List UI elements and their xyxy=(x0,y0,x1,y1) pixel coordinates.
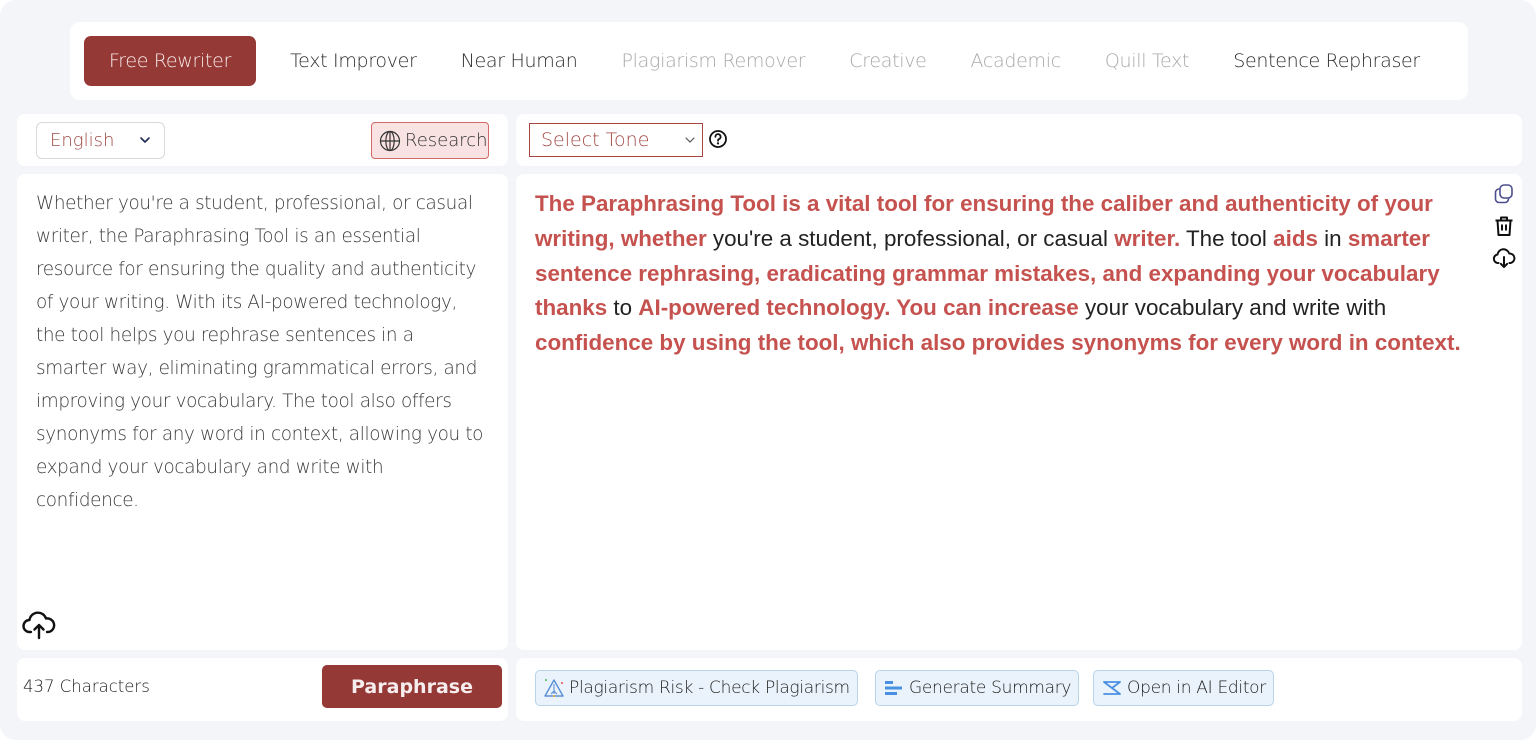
input-textarea[interactable]: Whether you're a student, professional, … xyxy=(36,187,486,517)
research-button[interactable]: Research xyxy=(371,122,489,159)
input-toolbar: English Research xyxy=(17,114,508,166)
warning-triangle-icon xyxy=(544,678,564,697)
open-ai-editor-label: Open in AI Editor xyxy=(1127,678,1266,698)
unchanged-segment: to xyxy=(607,295,639,321)
changed-segment[interactable]: confidence by using the tool, which also… xyxy=(535,330,1461,355)
question-circle-icon[interactable] xyxy=(708,129,728,149)
output-toolbar: Select Tone xyxy=(516,114,1522,166)
output-panel: The Paraphrasing Tool is a vital tool fo… xyxy=(516,174,1522,650)
check-plagiarism-button[interactable]: Plagiarism Risk - Check Plagiarism xyxy=(535,670,858,706)
tab-near-human[interactable]: Near Human xyxy=(439,36,600,86)
cloud-download-icon[interactable] xyxy=(1492,246,1516,270)
tab-creative[interactable]: Creative xyxy=(827,36,948,86)
tone-select[interactable]: Select Tone xyxy=(529,123,703,157)
language-select[interactable]: English xyxy=(36,122,165,159)
ai-editor-icon xyxy=(1103,681,1121,695)
open-ai-editor-button[interactable]: Open in AI Editor xyxy=(1093,670,1274,706)
research-label: Research xyxy=(405,130,488,151)
output-side-actions xyxy=(1490,182,1518,270)
mode-tabs: Free Rewriter Text Improver Near Human P… xyxy=(70,22,1468,100)
tab-text-improver[interactable]: Text Improver xyxy=(268,36,439,86)
unchanged-segment: you're a student, professional, or casua… xyxy=(706,225,1115,251)
input-footer: 437 Characters Paraphrase xyxy=(17,658,508,721)
changed-segment[interactable]: writer. xyxy=(1114,226,1180,251)
tab-quill-text[interactable]: Quill Text xyxy=(1083,36,1211,86)
tone-select-value: Select Tone xyxy=(541,129,650,151)
unchanged-segment: your vocabulary and write with xyxy=(1078,295,1387,321)
globe-icon xyxy=(379,130,401,151)
chevron-down-icon xyxy=(140,137,150,143)
tab-free-rewriter[interactable]: Free Rewriter xyxy=(84,36,257,86)
input-panel[interactable]: Whether you're a student, professional, … xyxy=(17,174,508,650)
tab-sentence-rephraser[interactable]: Sentence Rephraser xyxy=(1211,36,1442,86)
changed-segment[interactable]: aids xyxy=(1273,226,1318,251)
tab-plagiarism-remover[interactable]: Plagiarism Remover xyxy=(600,36,828,86)
unchanged-segment: in xyxy=(1317,225,1348,251)
tab-academic[interactable]: Academic xyxy=(949,36,1083,86)
language-select-value: English xyxy=(50,130,115,151)
chevron-down-icon xyxy=(685,137,695,143)
cloud-upload-icon[interactable] xyxy=(22,610,56,640)
changed-segment[interactable]: AI-powered technology. You can increase xyxy=(638,295,1078,320)
app-frame: Free Rewriter Text Improver Near Human P… xyxy=(0,0,1536,740)
generate-summary-button[interactable]: Generate Summary xyxy=(875,670,1080,706)
copy-icon[interactable] xyxy=(1492,182,1516,206)
paraphrase-button[interactable]: Paraphrase xyxy=(322,665,502,708)
summary-bars-icon xyxy=(885,681,902,695)
output-footer: Plagiarism Risk - Check Plagiarism Gener… xyxy=(516,658,1522,721)
trash-icon[interactable] xyxy=(1492,214,1516,238)
generate-summary-label: Generate Summary xyxy=(909,678,1072,698)
check-plagiarism-label: Plagiarism Risk - Check Plagiarism xyxy=(569,678,850,698)
unchanged-segment: The tool xyxy=(1180,225,1274,251)
output-text[interactable]: The Paraphrasing Tool is a vital tool fo… xyxy=(535,187,1480,361)
character-count: 437 Characters xyxy=(23,677,150,696)
